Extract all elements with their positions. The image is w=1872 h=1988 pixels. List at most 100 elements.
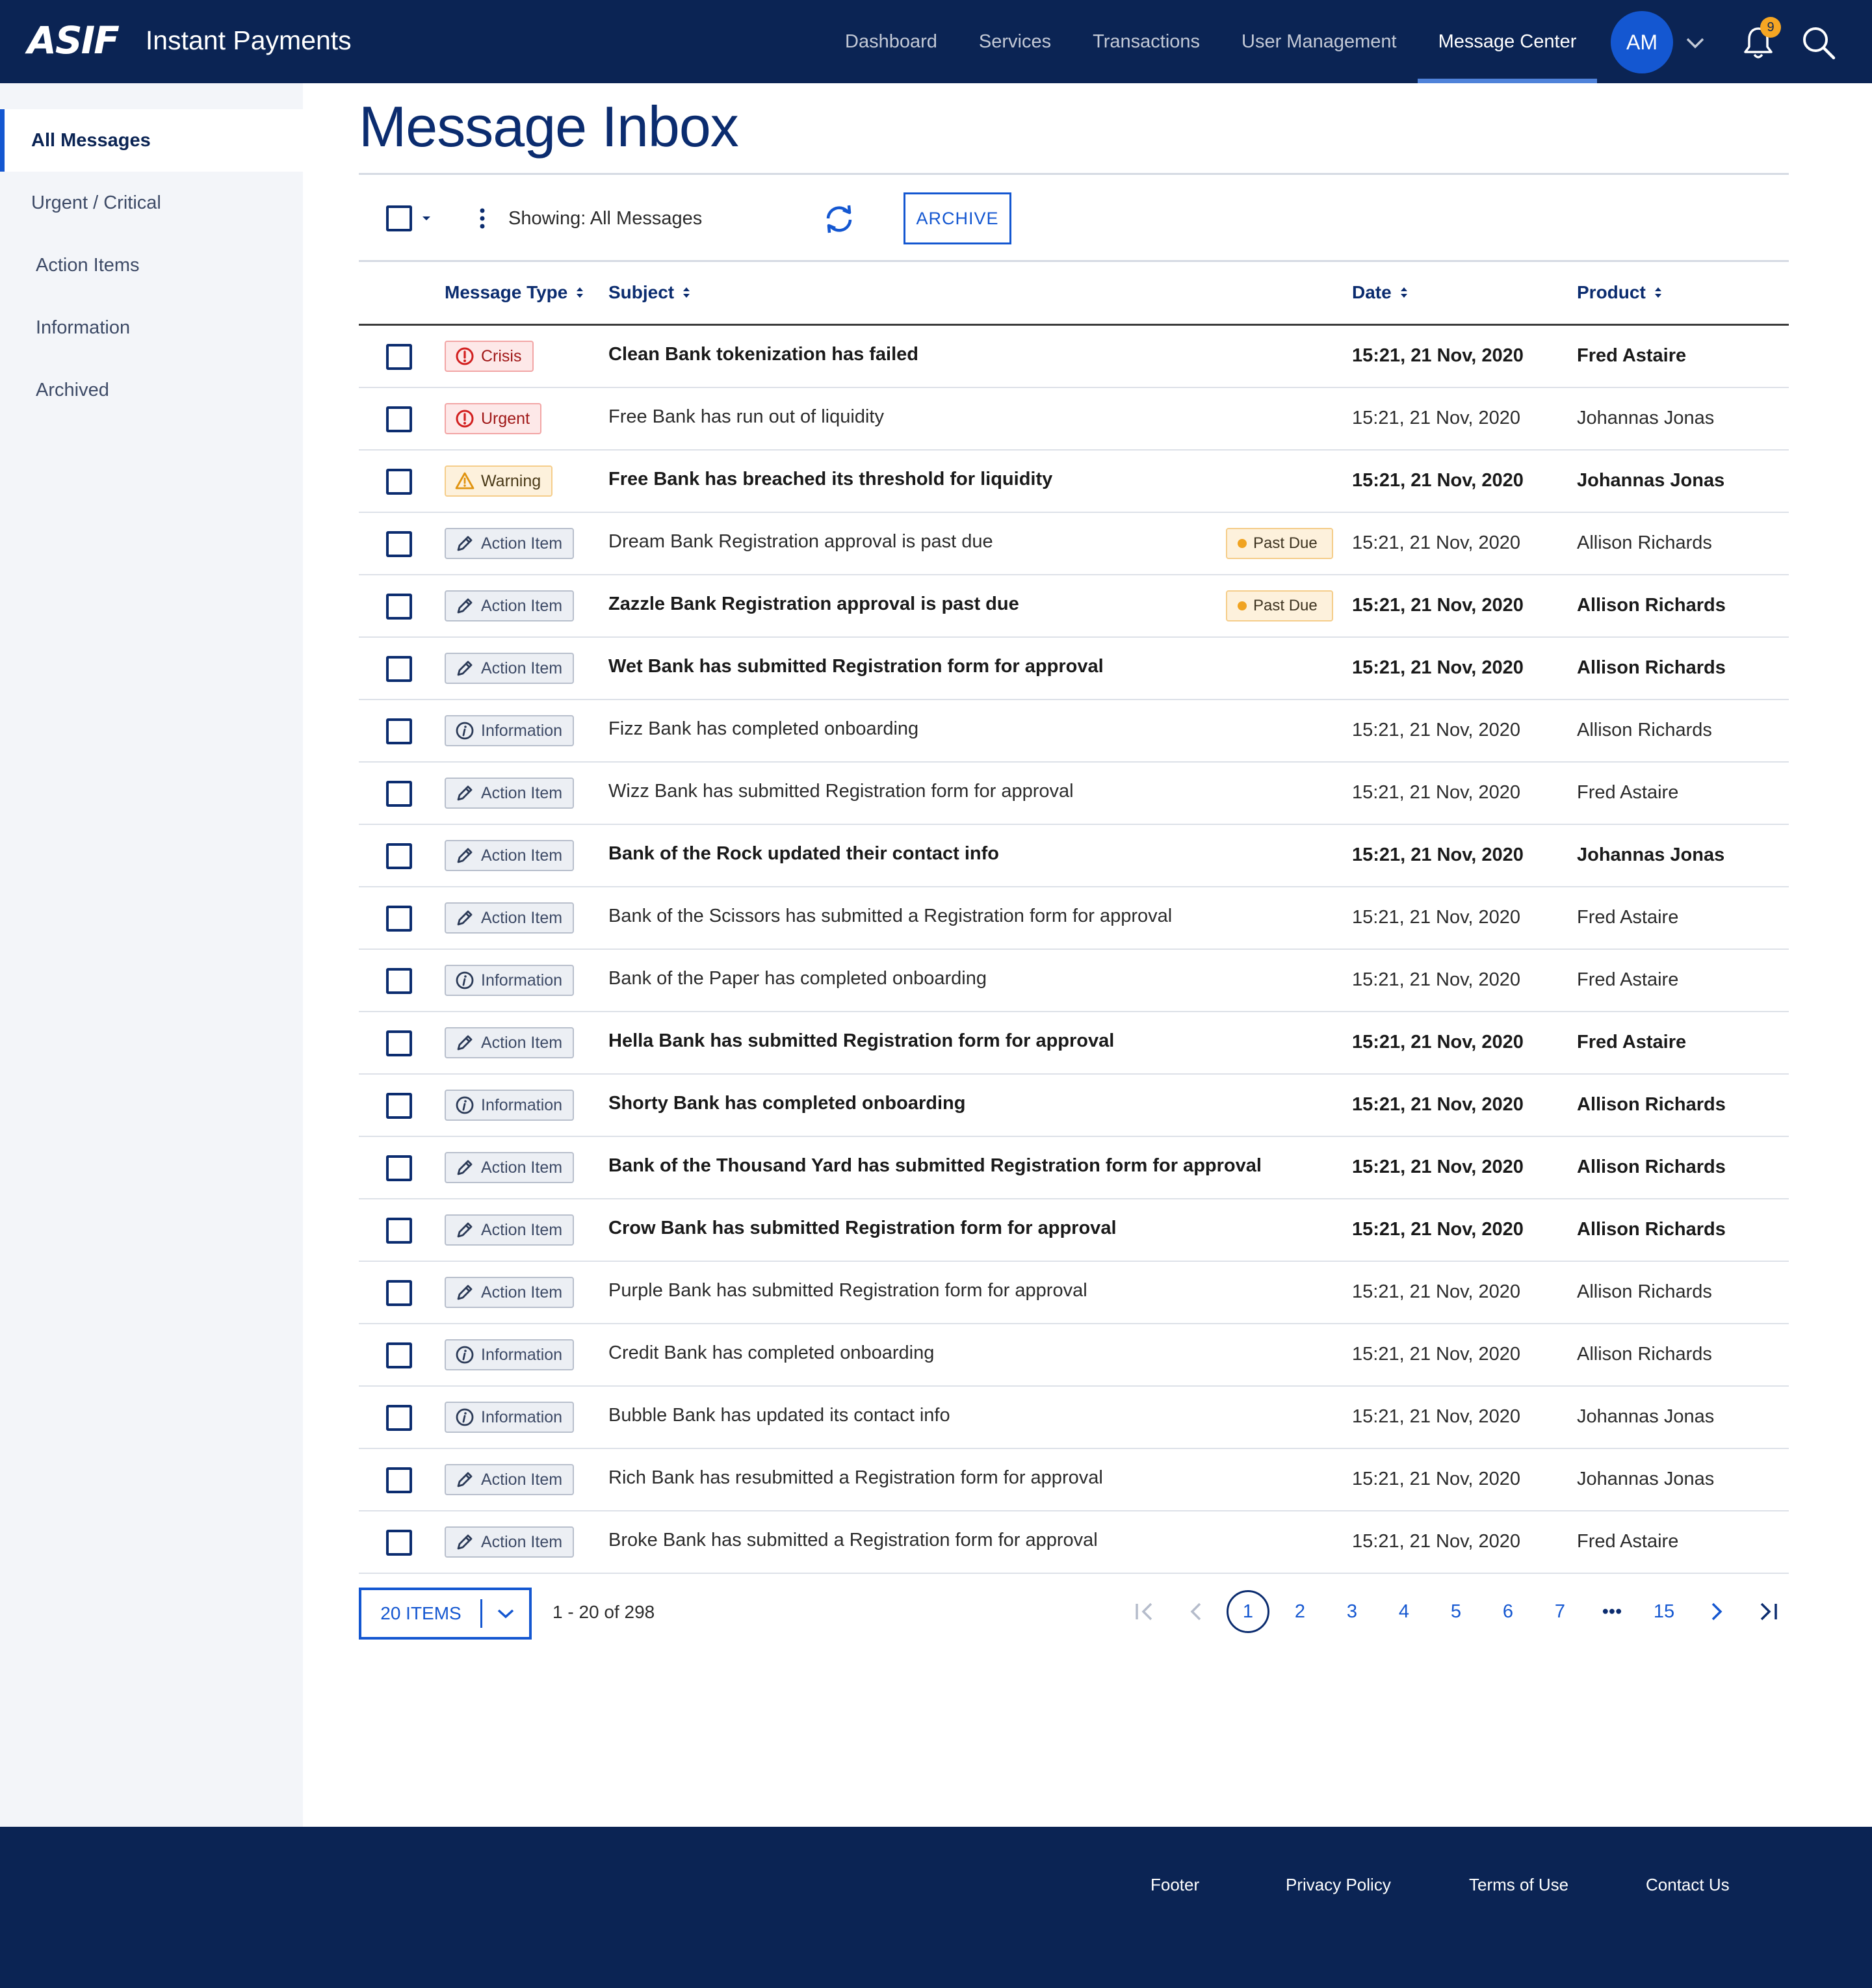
footer-link-privacy-policy[interactable]: Privacy Policy bbox=[1286, 1875, 1391, 1895]
last-page-icon[interactable] bbox=[1747, 1590, 1789, 1633]
column-header-subject[interactable]: Subject bbox=[608, 282, 691, 303]
table-row[interactable]: Action Item Dream Bank Registration appro… bbox=[359, 513, 1789, 575]
message-subject[interactable]: Free Bank has breached its threshold for… bbox=[608, 469, 1052, 490]
row-checkbox[interactable] bbox=[386, 344, 412, 370]
next-page-icon[interactable] bbox=[1695, 1590, 1737, 1633]
row-checkbox[interactable] bbox=[386, 1405, 412, 1431]
message-subject[interactable]: Rich Bank has resubmitted a Registration… bbox=[608, 1467, 1103, 1489]
message-subject[interactable]: Bank of the Rock updated their contact i… bbox=[608, 843, 999, 865]
chevron-down-icon[interactable] bbox=[1682, 30, 1708, 56]
table-row[interactable]: Crisis Clean Bank tokenization has failed… bbox=[359, 326, 1789, 388]
sidebar-item-action-items[interactable]: Action Items bbox=[0, 234, 303, 296]
message-subject[interactable]: Credit Bank has completed onboarding bbox=[608, 1342, 934, 1364]
message-subject[interactable]: Clean Bank tokenization has failed bbox=[608, 344, 918, 365]
caret-down-icon[interactable] bbox=[419, 211, 434, 226]
table-row[interactable]: Action Item Hella Bank has submitted Regi… bbox=[359, 1012, 1789, 1075]
message-subject[interactable]: Bank of the Scissors has submitted a Reg… bbox=[608, 906, 1172, 927]
table-row[interactable]: Action Item Purple Bank has submitted Reg… bbox=[359, 1262, 1789, 1324]
message-subject[interactable]: Crow Bank has submitted Registration for… bbox=[608, 1218, 1117, 1239]
row-checkbox[interactable] bbox=[386, 656, 412, 682]
table-row[interactable]: Information Credit Bank has completed onb… bbox=[359, 1324, 1789, 1387]
row-checkbox[interactable] bbox=[386, 1155, 412, 1181]
message-subject[interactable]: Bank of the Paper has completed onboardi… bbox=[608, 968, 987, 989]
refresh-icon[interactable] bbox=[822, 202, 857, 237]
message-subject[interactable]: Bubble Bank has updated its contact info bbox=[608, 1405, 950, 1426]
row-checkbox[interactable] bbox=[386, 469, 412, 495]
page-3[interactable]: 3 bbox=[1331, 1590, 1373, 1633]
page-6[interactable]: 6 bbox=[1487, 1590, 1529, 1633]
row-checkbox[interactable] bbox=[386, 843, 412, 869]
row-checkbox[interactable] bbox=[386, 718, 412, 744]
message-subject[interactable]: Bank of the Thousand Yard has submitted … bbox=[608, 1155, 1262, 1177]
page-1[interactable]: 1 bbox=[1227, 1590, 1269, 1633]
first-page-icon[interactable] bbox=[1123, 1590, 1166, 1633]
page-4[interactable]: 4 bbox=[1383, 1590, 1425, 1633]
table-row[interactable]: Urgent Free Bank has run out of liquidity… bbox=[359, 388, 1789, 451]
sidebar-item-information[interactable]: Information bbox=[0, 296, 303, 359]
message-subject[interactable]: Fizz Bank has completed onboarding bbox=[608, 718, 918, 740]
page-5[interactable]: 5 bbox=[1435, 1590, 1477, 1633]
table-row[interactable]: Action Item Crow Bank has submitted Regis… bbox=[359, 1199, 1789, 1262]
select-all-checkbox[interactable] bbox=[386, 205, 412, 231]
message-subject[interactable]: Free Bank has run out of liquidity bbox=[608, 406, 884, 428]
nav-transactions[interactable]: Transactions bbox=[1072, 0, 1221, 83]
nav-dashboard[interactable]: Dashboard bbox=[824, 0, 958, 83]
row-checkbox[interactable] bbox=[386, 1218, 412, 1244]
row-checkbox[interactable] bbox=[386, 406, 412, 432]
row-checkbox[interactable] bbox=[386, 1093, 412, 1119]
row-checkbox[interactable] bbox=[386, 1030, 412, 1056]
search-icon[interactable] bbox=[1800, 25, 1837, 61]
footer-link-contact-us[interactable]: Contact Us bbox=[1646, 1875, 1730, 1895]
sidebar-item-urgent-critical[interactable]: Urgent / Critical bbox=[0, 172, 303, 234]
table-row[interactable]: Information Bank of the Paper has complet… bbox=[359, 950, 1789, 1012]
message-subject[interactable]: Dream Bank Registration approval is past… bbox=[608, 531, 993, 553]
row-checkbox[interactable] bbox=[386, 594, 412, 620]
row-checkbox[interactable] bbox=[386, 1467, 412, 1493]
previous-page-icon[interactable] bbox=[1175, 1590, 1218, 1633]
table-row[interactable]: Information Bubble Bank has updated its c… bbox=[359, 1387, 1789, 1449]
table-row[interactable]: Action Item Broke Bank has submitted a Re… bbox=[359, 1511, 1789, 1574]
column-header-product[interactable]: Product bbox=[1577, 282, 1663, 303]
message-subject[interactable]: Zazzle Bank Registration approval is pas… bbox=[608, 594, 1019, 615]
row-checkbox[interactable] bbox=[386, 1342, 412, 1368]
message-subject[interactable]: Purple Bank has submitted Registration f… bbox=[608, 1280, 1087, 1301]
footer-link-footer[interactable]: Footer bbox=[1150, 1875, 1199, 1895]
user-avatar[interactable]: AM bbox=[1611, 11, 1673, 73]
brand[interactable]: ASIF Instant Payments bbox=[27, 18, 352, 62]
message-subject[interactable]: Wet Bank has submitted Registration form… bbox=[608, 656, 1104, 677]
page-15[interactable]: 15 bbox=[1643, 1590, 1685, 1633]
table-row[interactable]: Action Item Bank of the Rock updated thei… bbox=[359, 825, 1789, 887]
row-checkbox[interactable] bbox=[386, 968, 412, 994]
table-row[interactable]: Action Item Rich Bank has resubmitted a R… bbox=[359, 1449, 1789, 1511]
column-header-message-type[interactable]: Message Type bbox=[445, 282, 584, 303]
sidebar-item-archived[interactable]: Archived bbox=[0, 359, 303, 421]
items-per-page-select[interactable]: 20 ITEMS bbox=[359, 1588, 532, 1640]
column-header-date[interactable]: Date bbox=[1352, 282, 1409, 303]
table-row[interactable]: Action Item Bank of the Thousand Yard has… bbox=[359, 1137, 1789, 1199]
table-row[interactable]: Action Item Bank of the Scissors has subm… bbox=[359, 887, 1789, 950]
message-subject[interactable]: Shorty Bank has completed onboarding bbox=[608, 1093, 965, 1114]
sidebar-item-all-messages[interactable]: All Messages bbox=[0, 109, 303, 172]
page-7[interactable]: 7 bbox=[1539, 1590, 1581, 1633]
row-checkbox[interactable] bbox=[386, 531, 412, 557]
table-row[interactable]: Warning Free Bank has breached its thresh… bbox=[359, 451, 1789, 513]
table-row[interactable]: Action Item Zazzle Bank Registration appr… bbox=[359, 575, 1789, 638]
more-options-icon[interactable] bbox=[476, 205, 489, 231]
message-subject[interactable]: Hella Bank has submitted Registration fo… bbox=[608, 1030, 1114, 1052]
page-2[interactable]: 2 bbox=[1279, 1590, 1321, 1633]
table-row[interactable]: Information Fizz Bank has completed onboa… bbox=[359, 700, 1789, 763]
footer-link-terms-of-use[interactable]: Terms of Use bbox=[1469, 1875, 1568, 1895]
row-checkbox[interactable] bbox=[386, 906, 412, 932]
row-checkbox[interactable] bbox=[386, 1280, 412, 1306]
table-row[interactable]: Action Item Wizz Bank has submitted Regis… bbox=[359, 763, 1789, 825]
row-checkbox[interactable] bbox=[386, 1530, 412, 1556]
message-subject[interactable]: Broke Bank has submitted a Registration … bbox=[608, 1530, 1098, 1551]
table-row[interactable]: Action Item Wet Bank has submitted Regist… bbox=[359, 638, 1789, 700]
nav-message-center[interactable]: Message Center bbox=[1417, 0, 1598, 83]
archive-button[interactable]: ARCHIVE bbox=[904, 192, 1011, 244]
nav-user-management[interactable]: User Management bbox=[1221, 0, 1418, 83]
table-row[interactable]: Information Shorty Bank has completed onb… bbox=[359, 1075, 1789, 1137]
message-subject[interactable]: Wizz Bank has submitted Registration for… bbox=[608, 781, 1074, 802]
nav-services[interactable]: Services bbox=[958, 0, 1072, 83]
row-checkbox[interactable] bbox=[386, 781, 412, 807]
